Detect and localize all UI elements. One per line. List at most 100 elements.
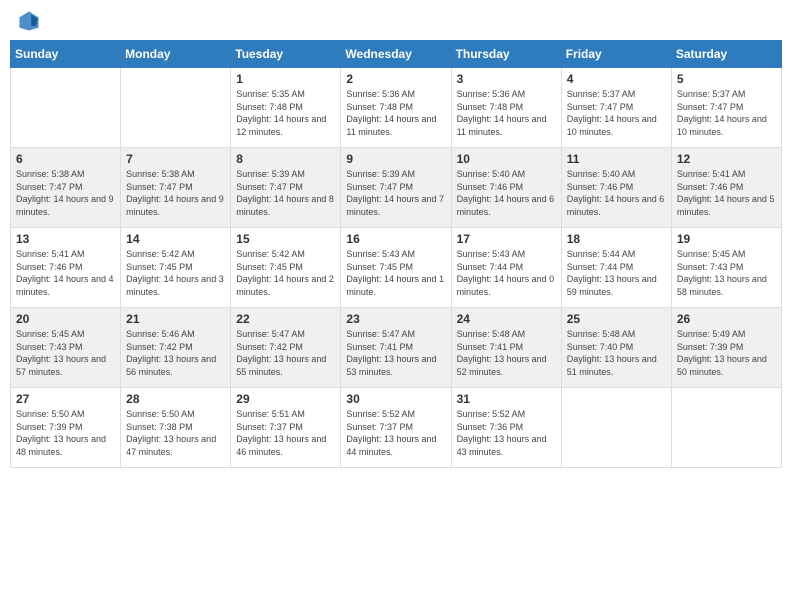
- calendar-week-4: 27Sunrise: 5:50 AM Sunset: 7:39 PM Dayli…: [11, 388, 782, 468]
- header-monday: Monday: [121, 41, 231, 68]
- calendar-cell: 6 Sunrise: 5:38 AM Sunset: 7:47 PM Daylig…: [11, 148, 121, 228]
- day-info: Sunrise: 5:41 AM Sunset: 7:46 PM Dayligh…: [677, 168, 776, 218]
- calendar-cell: 28Sunrise: 5:50 AM Sunset: 7:38 PM Dayli…: [121, 388, 231, 468]
- calendar-cell: 15Sunrise: 5:42 AM Sunset: 7:45 PM Dayli…: [231, 228, 341, 308]
- day-info: Sunrise: 5:50 AM Sunset: 7:39 PM Dayligh…: [16, 408, 115, 458]
- header-sunday: Sunday: [11, 41, 121, 68]
- header-friday: Friday: [561, 41, 671, 68]
- calendar-cell: 14Sunrise: 5:42 AM Sunset: 7:45 PM Dayli…: [121, 228, 231, 308]
- day-number: 12: [677, 152, 776, 166]
- calendar-cell: 20 Sunrise: 5:45 AM Sunset: 7:43 PM Dayli…: [11, 308, 121, 388]
- day-number: 13: [16, 232, 115, 246]
- header-wednesday: Wednesday: [341, 41, 451, 68]
- day-number: 8: [236, 152, 335, 166]
- calendar-cell: 26 Sunrise: 5:49 AM Sunset: 7:39 PM Dayli…: [671, 308, 781, 388]
- day-info: Sunrise: 5:37 AM Sunset: 7:47 PM Dayligh…: [677, 88, 776, 138]
- calendar-week-2: 13 Sunrise: 5:41 AM Sunset: 7:46 PM Dayli…: [11, 228, 782, 308]
- day-number: 25: [567, 312, 666, 326]
- day-info: Sunrise: 5:46 AM Sunset: 7:42 PM Dayligh…: [126, 328, 225, 378]
- day-info: Sunrise: 5:43 AM Sunset: 7:45 PM Dayligh…: [346, 248, 445, 298]
- calendar-cell: 2 Sunrise: 5:36 AM Sunset: 7:48 PM Daylig…: [341, 68, 451, 148]
- calendar-cell: 12 Sunrise: 5:41 AM Sunset: 7:46 PM Dayli…: [671, 148, 781, 228]
- day-info: Sunrise: 5:36 AM Sunset: 7:48 PM Dayligh…: [346, 88, 445, 138]
- day-number: 16: [346, 232, 445, 246]
- calendar-cell: 30 Sunrise: 5:52 AM Sunset: 7:37 PM Dayli…: [341, 388, 451, 468]
- calendar-cell: [11, 68, 121, 148]
- header-saturday: Saturday: [671, 41, 781, 68]
- calendar-table: SundayMondayTuesdayWednesdayThursdayFrid…: [10, 40, 782, 468]
- day-info: Sunrise: 5:44 AM Sunset: 7:44 PM Dayligh…: [567, 248, 666, 298]
- day-info: Sunrise: 5:37 AM Sunset: 7:47 PM Dayligh…: [567, 88, 666, 138]
- day-number: 17: [457, 232, 556, 246]
- day-info: Sunrise: 5:51 AM Sunset: 7:37 PM Dayligh…: [236, 408, 335, 458]
- day-info: Sunrise: 5:49 AM Sunset: 7:39 PM Dayligh…: [677, 328, 776, 378]
- logo: [14, 10, 44, 32]
- calendar-cell: 25 Sunrise: 5:48 AM Sunset: 7:40 PM Dayli…: [561, 308, 671, 388]
- day-info: Sunrise: 5:39 AM Sunset: 7:47 PM Dayligh…: [346, 168, 445, 218]
- day-number: 2: [346, 72, 445, 86]
- day-number: 4: [567, 72, 666, 86]
- calendar-cell: [671, 388, 781, 468]
- day-info: Sunrise: 5:41 AM Sunset: 7:46 PM Dayligh…: [16, 248, 115, 298]
- calendar-cell: 22Sunrise: 5:47 AM Sunset: 7:42 PM Dayli…: [231, 308, 341, 388]
- calendar-cell: 18 Sunrise: 5:44 AM Sunset: 7:44 PM Dayli…: [561, 228, 671, 308]
- day-info: Sunrise: 5:50 AM Sunset: 7:38 PM Dayligh…: [126, 408, 225, 458]
- day-number: 20: [16, 312, 115, 326]
- day-number: 31: [457, 392, 556, 406]
- day-info: Sunrise: 5:35 AM Sunset: 7:48 PM Dayligh…: [236, 88, 335, 138]
- calendar-cell: 17 Sunrise: 5:43 AM Sunset: 7:44 PM Dayli…: [451, 228, 561, 308]
- page-header: [10, 10, 782, 32]
- day-info: Sunrise: 5:38 AM Sunset: 7:47 PM Dayligh…: [16, 168, 115, 218]
- calendar-cell: 9 Sunrise: 5:39 AM Sunset: 7:47 PM Daylig…: [341, 148, 451, 228]
- day-info: Sunrise: 5:48 AM Sunset: 7:40 PM Dayligh…: [567, 328, 666, 378]
- calendar-cell: 7 Sunrise: 5:38 AM Sunset: 7:47 PM Daylig…: [121, 148, 231, 228]
- calendar-cell: 1 Sunrise: 5:35 AM Sunset: 7:48 PM Daylig…: [231, 68, 341, 148]
- day-number: 23: [346, 312, 445, 326]
- day-number: 19: [677, 232, 776, 246]
- calendar-cell: 23 Sunrise: 5:47 AM Sunset: 7:41 PM Dayli…: [341, 308, 451, 388]
- calendar-cell: 21 Sunrise: 5:46 AM Sunset: 7:42 PM Dayli…: [121, 308, 231, 388]
- day-info: Sunrise: 5:40 AM Sunset: 7:46 PM Dayligh…: [457, 168, 556, 218]
- calendar-cell: 16 Sunrise: 5:43 AM Sunset: 7:45 PM Dayli…: [341, 228, 451, 308]
- calendar-cell: 24 Sunrise: 5:48 AM Sunset: 7:41 PM Dayli…: [451, 308, 561, 388]
- day-number: 18: [567, 232, 666, 246]
- calendar-cell: 8 Sunrise: 5:39 AM Sunset: 7:47 PM Daylig…: [231, 148, 341, 228]
- header-tuesday: Tuesday: [231, 41, 341, 68]
- calendar-week-3: 20 Sunrise: 5:45 AM Sunset: 7:43 PM Dayli…: [11, 308, 782, 388]
- day-info: Sunrise: 5:52 AM Sunset: 7:37 PM Dayligh…: [346, 408, 445, 458]
- day-number: 21: [126, 312, 225, 326]
- day-info: Sunrise: 5:45 AM Sunset: 7:43 PM Dayligh…: [16, 328, 115, 378]
- day-number: 7: [126, 152, 225, 166]
- day-number: 11: [567, 152, 666, 166]
- calendar-cell: 10 Sunrise: 5:40 AM Sunset: 7:46 PM Dayli…: [451, 148, 561, 228]
- day-number: 9: [346, 152, 445, 166]
- day-info: Sunrise: 5:39 AM Sunset: 7:47 PM Dayligh…: [236, 168, 335, 218]
- day-info: Sunrise: 5:36 AM Sunset: 7:48 PM Dayligh…: [457, 88, 556, 138]
- day-number: 1: [236, 72, 335, 86]
- day-info: Sunrise: 5:43 AM Sunset: 7:44 PM Dayligh…: [457, 248, 556, 298]
- day-info: Sunrise: 5:40 AM Sunset: 7:46 PM Dayligh…: [567, 168, 666, 218]
- day-info: Sunrise: 5:45 AM Sunset: 7:43 PM Dayligh…: [677, 248, 776, 298]
- day-number: 26: [677, 312, 776, 326]
- day-number: 30: [346, 392, 445, 406]
- calendar-cell: 31 Sunrise: 5:52 AM Sunset: 7:36 PM Dayli…: [451, 388, 561, 468]
- day-info: Sunrise: 5:52 AM Sunset: 7:36 PM Dayligh…: [457, 408, 556, 458]
- day-number: 29: [236, 392, 335, 406]
- day-number: 24: [457, 312, 556, 326]
- day-number: 10: [457, 152, 556, 166]
- header-thursday: Thursday: [451, 41, 561, 68]
- calendar-cell: 3Sunrise: 5:36 AM Sunset: 7:48 PM Daylig…: [451, 68, 561, 148]
- day-number: 5: [677, 72, 776, 86]
- logo-icon: [18, 10, 40, 32]
- calendar-cell: 5 Sunrise: 5:37 AM Sunset: 7:47 PM Daylig…: [671, 68, 781, 148]
- calendar-cell: [561, 388, 671, 468]
- day-number: 6: [16, 152, 115, 166]
- day-info: Sunrise: 5:47 AM Sunset: 7:41 PM Dayligh…: [346, 328, 445, 378]
- day-info: Sunrise: 5:38 AM Sunset: 7:47 PM Dayligh…: [126, 168, 225, 218]
- calendar-header-row: SundayMondayTuesdayWednesdayThursdayFrid…: [11, 41, 782, 68]
- day-info: Sunrise: 5:48 AM Sunset: 7:41 PM Dayligh…: [457, 328, 556, 378]
- day-number: 15: [236, 232, 335, 246]
- calendar-cell: [121, 68, 231, 148]
- calendar-cell: 4 Sunrise: 5:37 AM Sunset: 7:47 PM Daylig…: [561, 68, 671, 148]
- day-number: 14: [126, 232, 225, 246]
